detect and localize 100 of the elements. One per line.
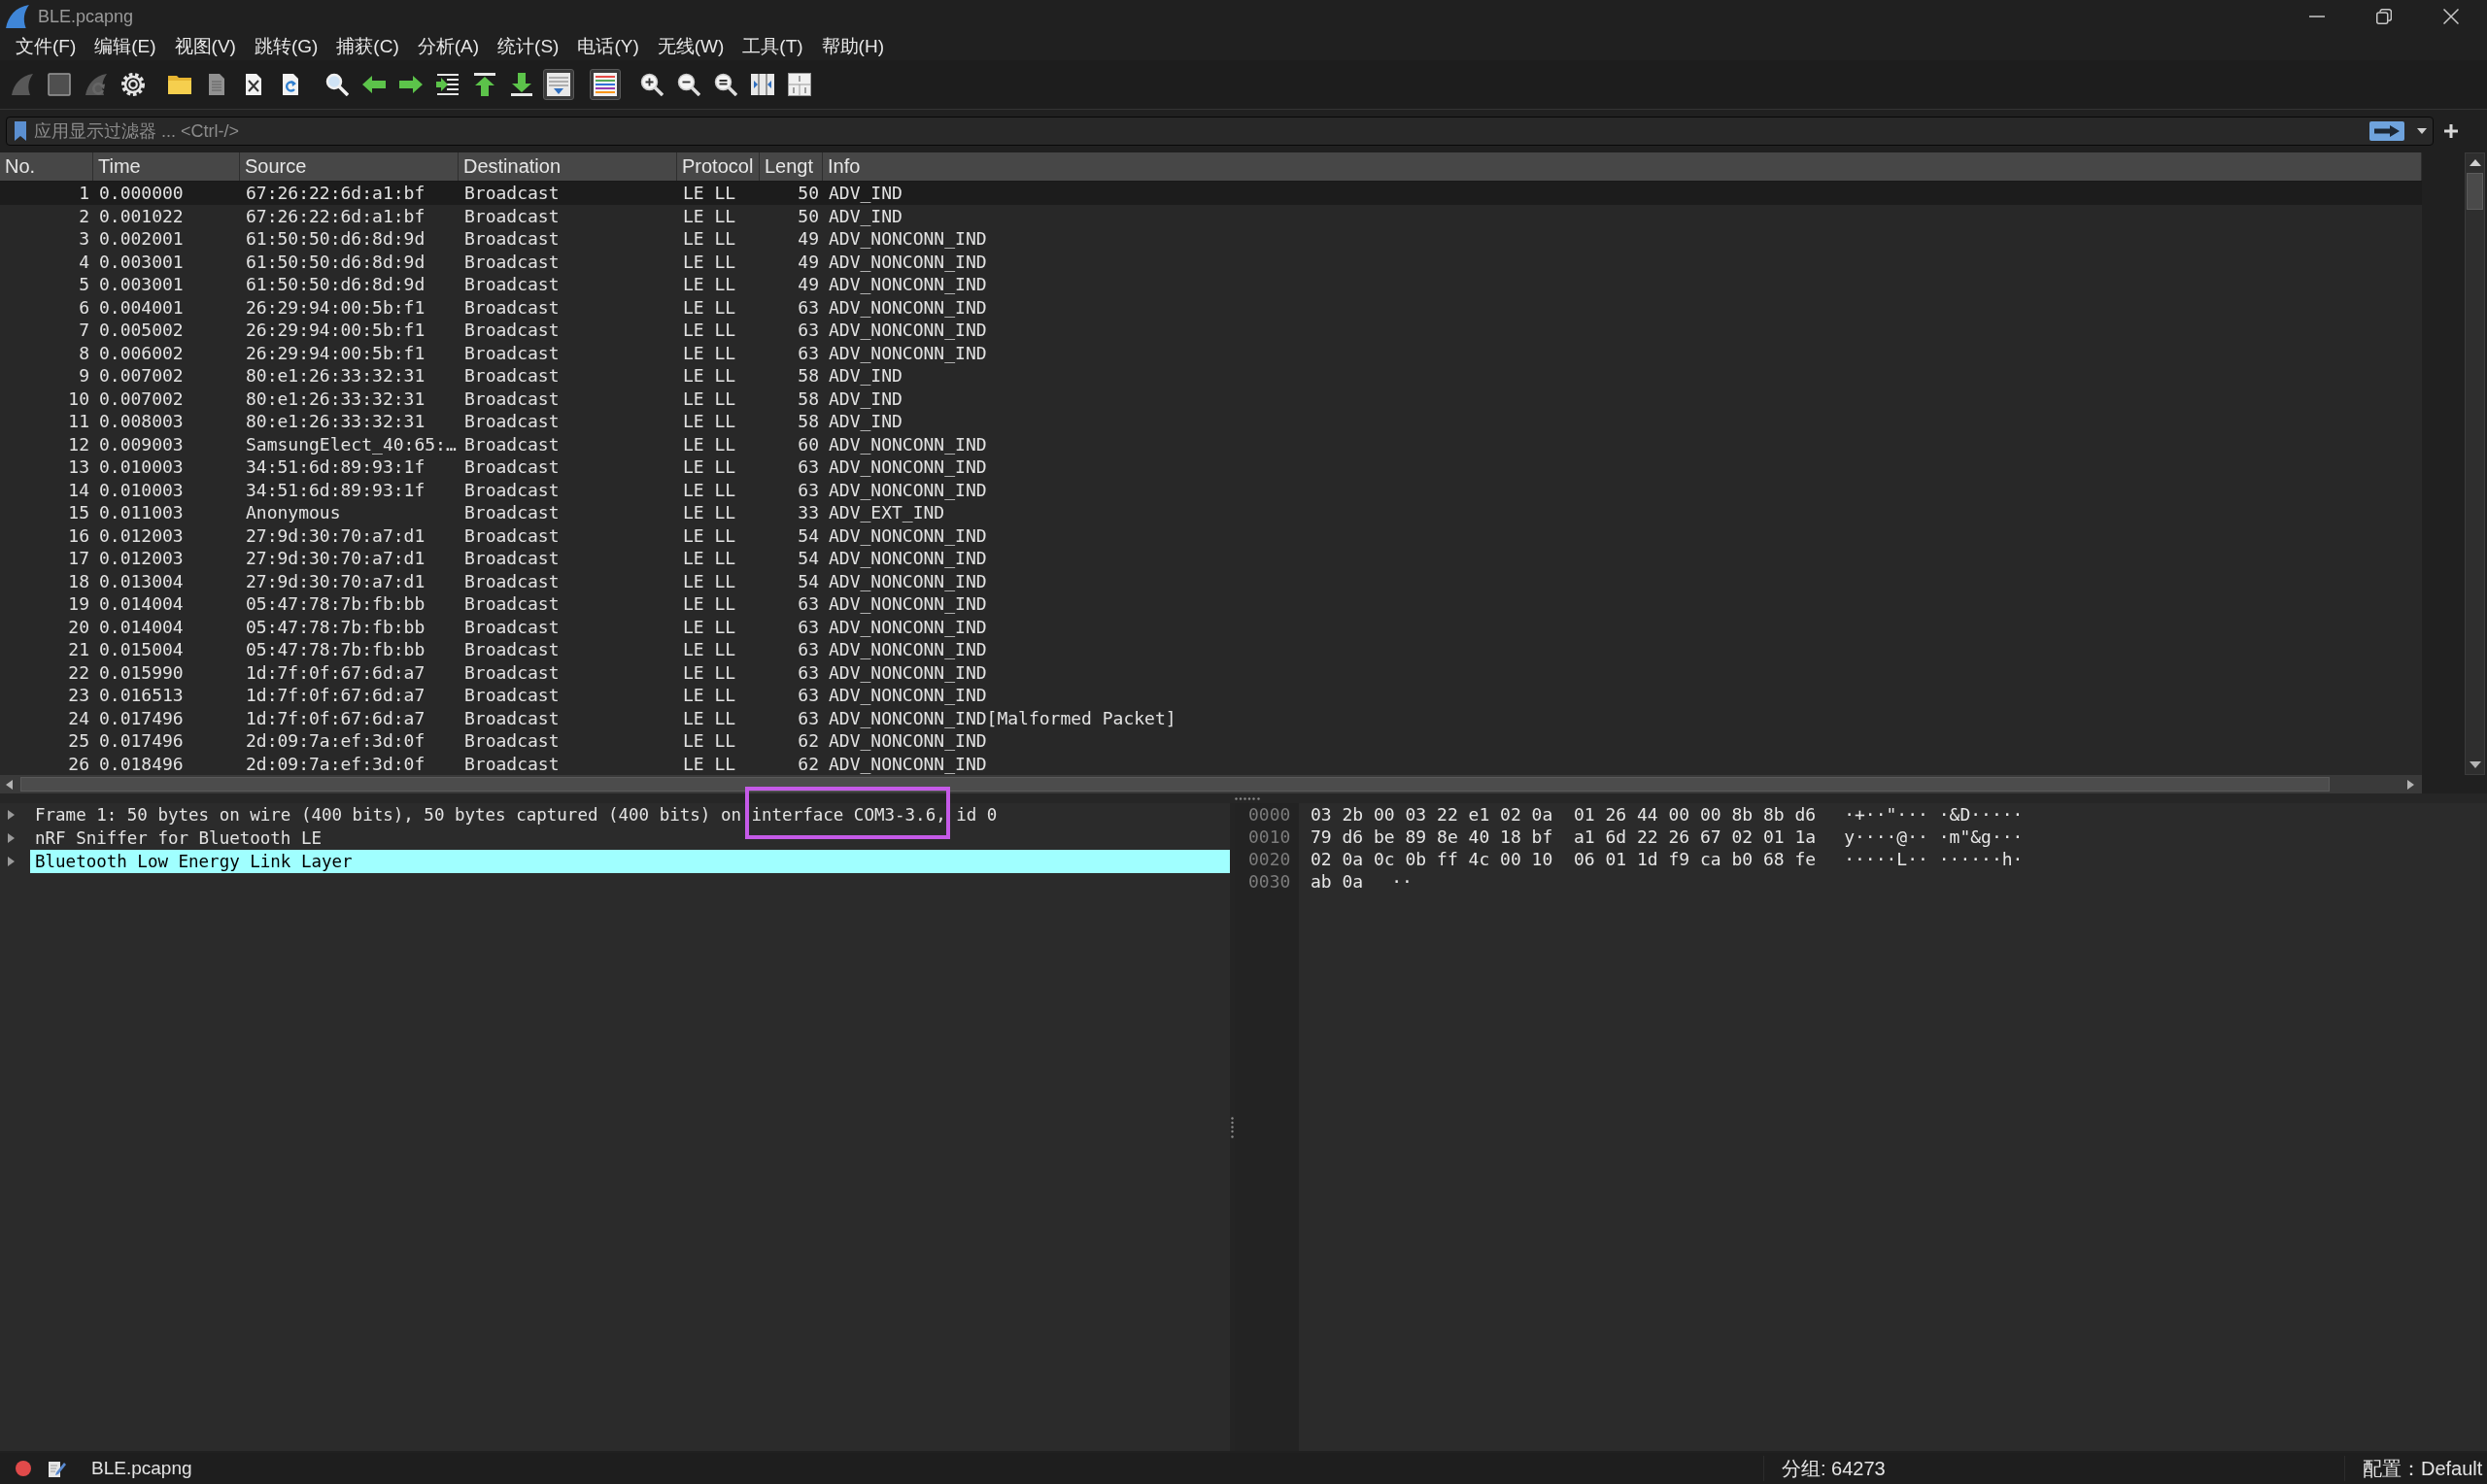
destination-cell-text: Broadcast [463, 319, 561, 342]
menu-item[interactable]: 文件(F) [16, 34, 77, 59]
arrow-right-icon[interactable] [399, 73, 423, 96]
collapsed-arrow-icon[interactable] [8, 857, 15, 866]
tree-item[interactable]: nRF Sniffer for Bluetooth LE [30, 826, 1230, 850]
number-cell-text: 13 [67, 455, 90, 479]
resize-columns-icon[interactable] [751, 73, 774, 96]
time-cell-text: 0.014004 [98, 592, 185, 616]
length-cell-text: 50 [797, 182, 820, 205]
length-cell-text: 54 [797, 569, 820, 592]
time-cell-text: 0.003001 [98, 250, 185, 273]
search-icon[interactable] [325, 73, 349, 96]
column-header[interactable]: No. [0, 152, 93, 181]
length-cell-text: 49 [797, 250, 820, 273]
zoom-out-icon[interactable] [677, 73, 700, 96]
length-cell-text: 54 [797, 523, 820, 547]
dropdown-caret-icon[interactable] [2417, 128, 2427, 134]
filter-input[interactable]: 应用显示过滤器 ... <Ctrl-/> [30, 118, 2369, 144]
number-cell-text: 14 [67, 478, 90, 501]
settings-icon[interactable] [121, 73, 145, 96]
splitter-handle[interactable] [1235, 796, 1260, 800]
arrow-down-bar-icon[interactable] [510, 73, 533, 96]
arrow-right-icon [2374, 125, 2400, 137]
arrow-up-bar-icon[interactable] [473, 73, 496, 96]
info-cell-text: ADV_NONCONN_IND [828, 432, 988, 455]
protocol-cell-text: LE LL [682, 455, 737, 479]
protocol-cell-text: LE LL [682, 706, 737, 729]
menu-item[interactable]: 无线(W) [657, 34, 725, 59]
splitter-handle[interactable] [1231, 1116, 1234, 1138]
arrow-into-list-icon[interactable] [436, 73, 460, 96]
length-cell-text: 54 [797, 547, 820, 570]
number-cell-text: 1 [78, 182, 90, 205]
number-cell-text: 10 [67, 387, 90, 410]
length-cell-text: 63 [797, 319, 820, 342]
apply-filter-button[interactable] [2369, 121, 2404, 141]
column-header[interactable]: Destination [459, 152, 677, 181]
packet-row[interactable]: 1 0.000000 67:26:22:6d:a1:bf Broadcast LE LL 50 ADV_IND [0, 182, 2422, 205]
destination-cell-text: Broadcast [463, 638, 561, 661]
info-cell-text: ADV_IND [828, 364, 903, 388]
ascii-text: ·· [1391, 871, 1413, 892]
collapsed-arrow-icon[interactable] [8, 810, 15, 820]
destination-cell-text: Broadcast [463, 706, 561, 729]
filter-field[interactable]: 应用显示过滤器 ... <Ctrl-/> [6, 117, 2434, 146]
zoom-in-icon[interactable] [640, 73, 664, 96]
number-cell-text: 9 [78, 364, 90, 388]
length-cell-text: 63 [797, 706, 820, 729]
scrollbar-thumb[interactable] [20, 777, 2330, 792]
number-cell-text: 17 [67, 547, 90, 570]
tree-item[interactable]: Bluetooth Low Energy Link Layer [30, 850, 1230, 873]
menu-item[interactable]: 分析(A) [417, 34, 480, 59]
menu-item[interactable]: 工具(T) [742, 34, 803, 59]
menu-item[interactable]: 跳转(G) [254, 34, 319, 59]
number-cell-text: 5 [78, 273, 90, 296]
menu-item[interactable]: 帮助(H) [821, 34, 884, 59]
column-header[interactable]: Protocol [677, 152, 760, 181]
info-cell-text: ADV_NONCONN_IND [828, 295, 988, 319]
menu-item[interactable]: 编辑(E) [94, 34, 156, 59]
column-header[interactable]: Lengt [760, 152, 823, 181]
scroll-right-icon[interactable] [2407, 779, 2414, 790]
time-cell-text: 0.008003 [98, 410, 185, 433]
info-cell-text: ADV_NONCONN_IND [828, 341, 988, 364]
destination-cell-text: Broadcast [463, 250, 561, 273]
hex-bytes: 03 2b 00 03 22 e1 02 0a 01 26 44 00 00 8b 8b d6 [1311, 804, 1817, 825]
destination-cell-text: Broadcast [463, 501, 561, 524]
note-pencil-icon[interactable] [49, 1460, 66, 1477]
plus-icon[interactable] [2444, 124, 2458, 138]
time-cell-text: 0.010003 [98, 455, 185, 479]
length-cell-text: 58 [797, 410, 820, 433]
length-cell-text: 63 [797, 341, 820, 364]
column-header[interactable]: Time [93, 152, 240, 181]
menu-item[interactable]: 电话(Y) [577, 34, 639, 59]
info-cell-text: ADV_NONCONN_IND [828, 227, 988, 251]
menu-item[interactable]: 视图(V) [174, 34, 236, 59]
close-icon[interactable] [2443, 9, 2459, 24]
bookmark-icon[interactable] [15, 121, 26, 141]
scroll-up-icon[interactable] [2469, 159, 2481, 166]
column-header[interactable]: Info [823, 152, 2422, 181]
time-cell-text: 0.010003 [98, 478, 185, 501]
number-cell-text: 2 [78, 204, 90, 227]
collapsed-arrow-icon[interactable] [8, 833, 15, 843]
tree-item[interactable]: Frame 1: 50 bytes on wire (400 bits), 50 bytes captured (400 bits) on interface COM3-3.6, id 0 [30, 803, 1230, 826]
menu-item[interactable]: 统计(S) [497, 34, 560, 59]
length-cell-text: 33 [797, 501, 820, 524]
protocol-cell-text: LE LL [682, 592, 737, 616]
column-header[interactable]: Source [240, 152, 459, 181]
destination-cell-text: Broadcast [463, 432, 561, 455]
protocol-cell-text: LE LL [682, 364, 737, 388]
scroll-down-icon[interactable] [2469, 761, 2481, 768]
protocol-cell-text: LE LL [682, 410, 737, 433]
folder-icon[interactable] [168, 73, 191, 96]
menu-item[interactable]: 捕获(C) [336, 34, 399, 59]
protocol-cell-text: LE LL [682, 227, 737, 251]
destination-cell-text: Broadcast [463, 410, 561, 433]
scrollbar-thumb[interactable] [2467, 173, 2483, 210]
scroll-left-icon[interactable] [6, 779, 13, 790]
zoom-reset-icon[interactable] [714, 73, 737, 96]
arrow-left-icon[interactable] [362, 73, 386, 96]
hex-bytes: 79 d6 be 89 8e 40 18 bf a1 6d 22 26 67 02 01 1a [1311, 826, 1817, 847]
restore-icon[interactable] [2376, 9, 2392, 24]
time-cell-text: 0.007002 [98, 364, 185, 388]
